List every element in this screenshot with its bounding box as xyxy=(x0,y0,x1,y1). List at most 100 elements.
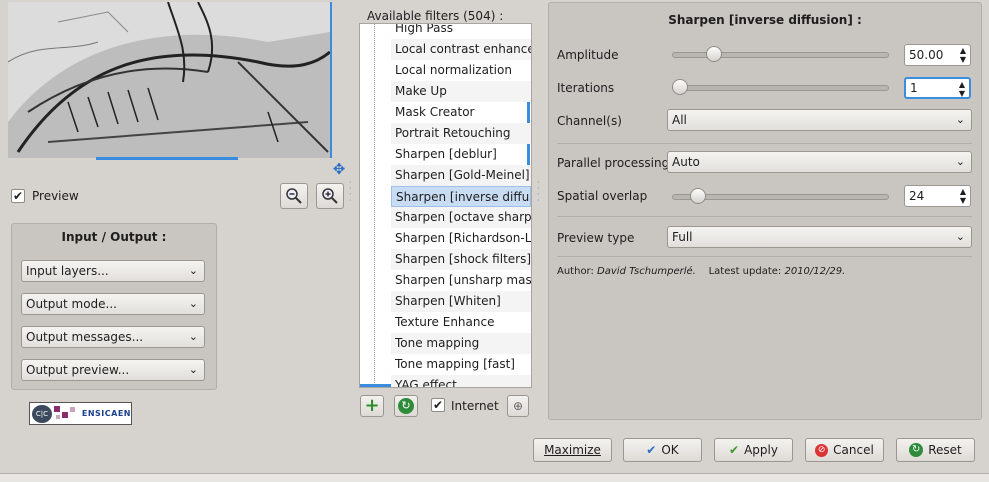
tree-guide-line xyxy=(374,24,376,387)
ok-button[interactable]: ✔ OK xyxy=(623,438,702,462)
reset-icon: ↻ xyxy=(909,443,924,457)
output-mode-label: Output mode... xyxy=(26,297,117,311)
maximize-button[interactable]: Maximize xyxy=(533,438,612,462)
filter-item[interactable]: Sharpen [deblur] xyxy=(391,144,531,165)
zoom-in-icon xyxy=(322,188,338,204)
output-mode-combo[interactable]: Output mode... ⌄ xyxy=(21,293,205,315)
search-button[interactable]: ⊕ xyxy=(507,395,529,417)
preview-scrollbar[interactable] xyxy=(96,157,238,160)
preview-type-combo[interactable]: Full ⌄ xyxy=(667,226,972,248)
chevron-down-icon: ⌄ xyxy=(188,363,198,376)
filter-item[interactable]: Sharpen [octave sharpen xyxy=(391,207,531,228)
output-messages-combo[interactable]: Output messages... ⌄ xyxy=(21,326,205,348)
amplitude-slider[interactable] xyxy=(672,52,889,58)
update-date: 2010/12/29. xyxy=(784,266,846,277)
chevron-down-icon: ⌄ xyxy=(188,264,198,277)
filter-item[interactable]: High Pass xyxy=(391,24,531,39)
chevron-down-icon: ⌄ xyxy=(188,330,198,343)
preview-checkbox-label: Preview xyxy=(32,189,79,203)
spin-arrows-icon[interactable]: ▲ ▼ xyxy=(960,187,966,205)
add-filter-button[interactable]: + xyxy=(360,395,384,417)
apply-label: Apply xyxy=(744,443,778,457)
maximize-label: Maximize xyxy=(544,443,601,457)
input-layers-combo[interactable]: Input layers... ⌄ xyxy=(21,260,205,282)
filter-item[interactable]: Sharpen [unsharp mask] xyxy=(391,270,531,291)
amplitude-label: Amplitude xyxy=(557,48,619,62)
preview-type-value: Full xyxy=(672,230,693,244)
filter-item[interactable]: Sharpen [Gold-Meinel] xyxy=(391,165,531,186)
filters-list[interactable]: High PassLocal contrast enhancemLocal no… xyxy=(359,23,532,388)
channels-label: Channel(s) xyxy=(557,114,622,128)
preview-type-label: Preview type xyxy=(557,231,635,245)
filter-item[interactable]: Tone mapping xyxy=(391,333,531,354)
filter-item-selected[interactable]: Sharpen [inverse diffusio xyxy=(391,186,531,207)
output-preview-label: Output preview... xyxy=(26,363,130,377)
filter-item[interactable]: Make Up xyxy=(391,81,531,102)
parallel-combo[interactable]: Auto ⌄ xyxy=(667,151,972,173)
filter-item[interactable]: Local contrast enhancem xyxy=(391,39,531,60)
filter-item[interactable]: Texture Enhance xyxy=(391,312,531,333)
refresh-icon: ↻ xyxy=(398,398,414,414)
chevron-down-icon: ⌄ xyxy=(955,155,965,168)
iterations-slider[interactable] xyxy=(672,85,889,91)
filter-item[interactable]: Portrait Retouching xyxy=(391,123,531,144)
update-prefix: Latest update: xyxy=(708,266,785,277)
cancel-icon: ⊘ xyxy=(815,443,829,457)
check-icon: ✔ xyxy=(646,443,657,457)
cancel-label: Cancel xyxy=(833,443,874,457)
author-name: David Tschumperlé. xyxy=(597,266,696,277)
splitter-handle-2[interactable]: · · · · xyxy=(537,179,541,220)
filter-item[interactable]: Sharpen [shock filters] xyxy=(391,249,531,270)
amplitude-value: 50.00 xyxy=(909,48,944,62)
separator xyxy=(557,216,972,217)
splitter-handle[interactable]: · · · · xyxy=(349,179,353,220)
cancel-button[interactable]: ⊘ Cancel xyxy=(805,438,884,462)
reset-label: Reset xyxy=(928,443,962,457)
ensicaen-text: ENSICAEN xyxy=(81,409,131,418)
gmic-logo-badge: C|C xyxy=(32,404,52,423)
amplitude-spinbox[interactable]: 50.00 ▲ ▼ xyxy=(904,44,971,66)
chevron-down-icon: ⌄ xyxy=(188,297,198,310)
slider-handle[interactable] xyxy=(672,79,688,95)
preview-checkbox[interactable]: ✔ xyxy=(11,189,25,203)
parallel-value: Auto xyxy=(672,155,700,169)
gmic-logo: C|C ENSICAEN xyxy=(29,402,132,425)
ensicaen-mark xyxy=(53,406,75,419)
move-icon[interactable]: ✥ xyxy=(331,161,347,177)
output-messages-label: Output messages... xyxy=(26,330,144,344)
filter-item[interactable]: Local normalization xyxy=(391,60,531,81)
plus-icon: + xyxy=(364,395,380,416)
iterations-spinbox[interactable]: 1 ▲ ▼ xyxy=(904,77,971,99)
filter-item[interactable]: YAG effect xyxy=(391,375,531,387)
ok-label: OK xyxy=(661,443,679,457)
separator xyxy=(557,143,972,144)
filter-item[interactable]: Sharpen [Richardson-Lucy xyxy=(391,228,531,249)
spin-arrows-icon[interactable]: ▲ ▼ xyxy=(959,80,965,98)
apply-button[interactable]: ✔ Apply xyxy=(714,438,793,462)
slider-handle[interactable] xyxy=(690,188,707,204)
iterations-label: Iterations xyxy=(557,81,615,95)
internet-label: Internet xyxy=(451,399,499,413)
separator xyxy=(557,256,972,257)
io-title: Input / Output : xyxy=(61,230,167,244)
reset-button[interactable]: ↻ Reset xyxy=(896,438,975,462)
author-line: Author: David Tschumperlé. Latest update… xyxy=(557,266,845,277)
zoom-out-button[interactable] xyxy=(280,183,308,209)
filter-item[interactable]: Tone mapping [fast] xyxy=(391,354,531,375)
refresh-filters-button[interactable]: ↻ xyxy=(394,395,418,417)
filter-item[interactable]: Mask Creator xyxy=(391,102,531,123)
internet-checkbox[interactable]: ✔ xyxy=(431,398,445,412)
check-icon: ✔ xyxy=(729,443,740,457)
preview-image[interactable] xyxy=(8,2,332,158)
output-preview-combo[interactable]: Output preview... ⌄ xyxy=(21,359,205,381)
input-layers-label: Input layers... xyxy=(26,264,109,278)
channels-combo[interactable]: All ⌄ xyxy=(667,109,972,131)
search-icon: ⊕ xyxy=(512,399,524,413)
spin-arrows-icon[interactable]: ▲ ▼ xyxy=(960,46,966,64)
chevron-down-icon: ⌄ xyxy=(955,113,965,126)
overlap-spinbox[interactable]: 24 ▲ ▼ xyxy=(904,185,971,207)
filter-item[interactable]: Sharpen [Whiten] xyxy=(391,291,531,312)
zoom-in-button[interactable] xyxy=(316,183,344,209)
overlap-value: 24 xyxy=(909,189,925,203)
overlap-label: Spatial overlap xyxy=(557,189,648,203)
